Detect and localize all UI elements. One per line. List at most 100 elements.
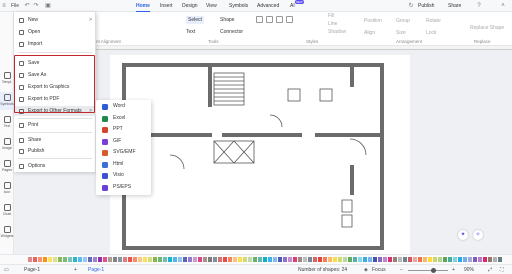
page-tab-active[interactable]: Page-1 — [88, 266, 104, 274]
style-swatch-3[interactable] — [276, 16, 283, 23]
color-swatch[interactable] — [278, 257, 282, 262]
replace-shape-button[interactable]: Replace Shape — [470, 24, 504, 32]
ai-assistant-button[interactable]: ✦ — [458, 230, 468, 240]
color-swatch[interactable] — [228, 257, 232, 262]
color-swatch[interactable] — [448, 257, 452, 262]
color-swatch[interactable] — [418, 257, 422, 262]
tab-symbols[interactable]: Symbols — [229, 2, 248, 10]
color-swatch[interactable] — [303, 257, 307, 262]
color-swatch[interactable] — [363, 257, 367, 262]
submenu-item-ps-eps[interactable]: PS/EPS — [96, 182, 151, 194]
color-swatch[interactable] — [423, 257, 427, 262]
color-swatch[interactable] — [233, 257, 237, 262]
pages-tool[interactable]: Pages — [0, 158, 14, 176]
style-swatch-2[interactable] — [266, 16, 273, 23]
color-swatch[interactable] — [133, 257, 137, 262]
color-swatch[interactable] — [63, 257, 67, 262]
color-swatch[interactable] — [108, 257, 112, 262]
color-swatch[interactable] — [388, 257, 392, 262]
text-tool[interactable]: Text — [0, 114, 14, 132]
color-swatch[interactable] — [408, 257, 412, 262]
tab-advanced[interactable]: Advanced — [257, 2, 279, 10]
color-swatch[interactable] — [478, 257, 482, 262]
fullscreen-icon[interactable]: ⛶ — [500, 266, 504, 274]
color-swatch[interactable] — [313, 257, 317, 262]
color-swatch[interactable] — [168, 257, 172, 262]
color-swatch[interactable] — [488, 257, 492, 262]
color-swatch[interactable] — [138, 257, 142, 262]
image-tool[interactable]: Image — [0, 136, 14, 154]
help-icon[interactable]: ? — [476, 3, 482, 9]
color-swatch[interactable] — [398, 257, 402, 262]
color-swatch[interactable] — [28, 257, 32, 262]
submenu-item-gif[interactable]: GIF — [96, 136, 151, 148]
color-swatch[interactable] — [463, 257, 467, 262]
color-swatch[interactable] — [218, 257, 222, 262]
color-swatch[interactable] — [93, 257, 97, 262]
color-swatch[interactable] — [143, 257, 147, 262]
color-swatch[interactable] — [428, 257, 432, 262]
color-swatch[interactable] — [383, 257, 387, 262]
color-swatch[interactable] — [328, 257, 332, 262]
connector-button[interactable]: Connector — [220, 28, 243, 36]
submenu-item-ppt[interactable]: PPT — [96, 124, 151, 136]
submenu-item-svg-emf[interactable]: SVG/EMF — [96, 147, 151, 159]
submenu-item-excel[interactable]: Excel — [96, 113, 151, 125]
publish-button[interactable]: Publish — [418, 2, 434, 10]
color-swatch[interactable] — [73, 257, 77, 262]
color-swatch[interactable] — [183, 257, 187, 262]
color-swatch[interactable] — [483, 257, 487, 262]
color-swatch[interactable] — [198, 257, 202, 262]
color-swatch[interactable] — [268, 257, 272, 262]
zoom-slider-handle[interactable] — [431, 267, 436, 273]
color-swatch[interactable] — [348, 257, 352, 262]
page-selector[interactable]: Page-1 — [24, 266, 40, 274]
color-swatch[interactable] — [58, 257, 62, 262]
zoom-slider[interactable] — [408, 269, 448, 271]
menu-item-publish[interactable]: Publish — [14, 146, 96, 156]
select-button[interactable]: Select — [186, 16, 204, 24]
zoom-out-icon[interactable]: − — [400, 266, 403, 274]
submenu-item-word[interactable]: Word — [96, 101, 151, 113]
tab-ai[interactable]: AI NEW — [290, 0, 304, 10]
shape-button[interactable]: Shape — [220, 16, 234, 24]
menu-item-import[interactable]: Import — [14, 39, 96, 49]
group-button[interactable]: Group — [396, 17, 410, 25]
color-swatch[interactable] — [253, 257, 257, 262]
menu-item-options[interactable]: Options — [14, 161, 96, 171]
color-swatch[interactable] — [128, 257, 132, 262]
color-swatch[interactable] — [213, 257, 217, 262]
templates-tool[interactable]: Templ. — [0, 70, 14, 88]
drawing-page[interactable] — [110, 55, 410, 254]
menu-item-print[interactable]: Print — [14, 120, 96, 130]
color-swatch[interactable] — [163, 257, 167, 262]
page-layout-icon[interactable]: ▭ — [4, 266, 9, 274]
color-swatch[interactable] — [323, 257, 327, 262]
zoom-level[interactable]: 90% — [464, 266, 474, 274]
zoom-in-icon[interactable]: + — [452, 266, 455, 274]
color-swatch[interactable] — [238, 257, 242, 262]
color-swatch[interactable] — [403, 257, 407, 262]
submenu-item-visio[interactable]: Visio — [96, 170, 151, 182]
color-swatch[interactable] — [493, 257, 497, 262]
history-icon[interactable]: ↻ — [408, 3, 414, 9]
color-swatch[interactable] — [263, 257, 267, 262]
chart-tool[interactable]: Chart — [0, 202, 14, 220]
color-swatch[interactable] — [193, 257, 197, 262]
color-swatch[interactable] — [443, 257, 447, 262]
redo-icon[interactable]: ↷ — [33, 3, 39, 9]
menu-item-share[interactable]: Share — [14, 135, 96, 145]
color-swatch[interactable] — [413, 257, 417, 262]
color-swatch[interactable] — [48, 257, 52, 262]
submenu-item-html[interactable]: Html — [96, 159, 151, 171]
color-swatch[interactable] — [258, 257, 262, 262]
fill-button[interactable]: Fill — [328, 12, 334, 20]
color-swatch[interactable] — [158, 257, 162, 262]
color-swatch[interactable] — [358, 257, 362, 262]
rotate-button[interactable]: Rotate — [426, 17, 441, 25]
color-swatch[interactable] — [433, 257, 437, 262]
color-swatch[interactable] — [33, 257, 37, 262]
color-swatch[interactable] — [83, 257, 87, 262]
position-button[interactable]: Position — [364, 17, 382, 25]
tab-design[interactable]: Design — [182, 2, 198, 10]
